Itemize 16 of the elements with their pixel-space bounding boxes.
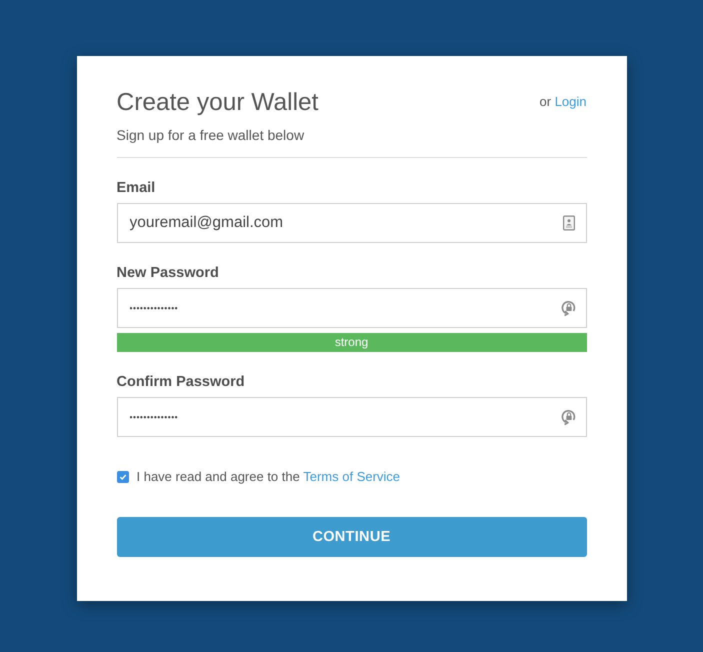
password-field[interactable]: •••••••••••••• (116, 288, 586, 328)
lock-refresh-icon (560, 408, 576, 426)
strength-label: strong (334, 334, 368, 351)
form-subtitle: Sign up for a free wallet below (116, 126, 306, 145)
terms-agreement-text: I have read and agree to the Terms of Service (136, 468, 400, 486)
contact-card-icon (562, 216, 574, 230)
field-label: Email (116, 179, 156, 198)
field-label: Confirm Password (116, 373, 246, 392)
agree-checkbox[interactable] (116, 471, 128, 483)
form-title: Create your Wallet (116, 88, 318, 118)
login-prompt: or Login (540, 93, 586, 111)
check-icon (118, 472, 128, 482)
field-label: New Password (116, 264, 220, 283)
email-field[interactable]: youremail@gmail.com (116, 203, 586, 243)
lock-refresh-icon (560, 300, 576, 316)
password-field[interactable]: •••••••••••••• (116, 397, 586, 437)
